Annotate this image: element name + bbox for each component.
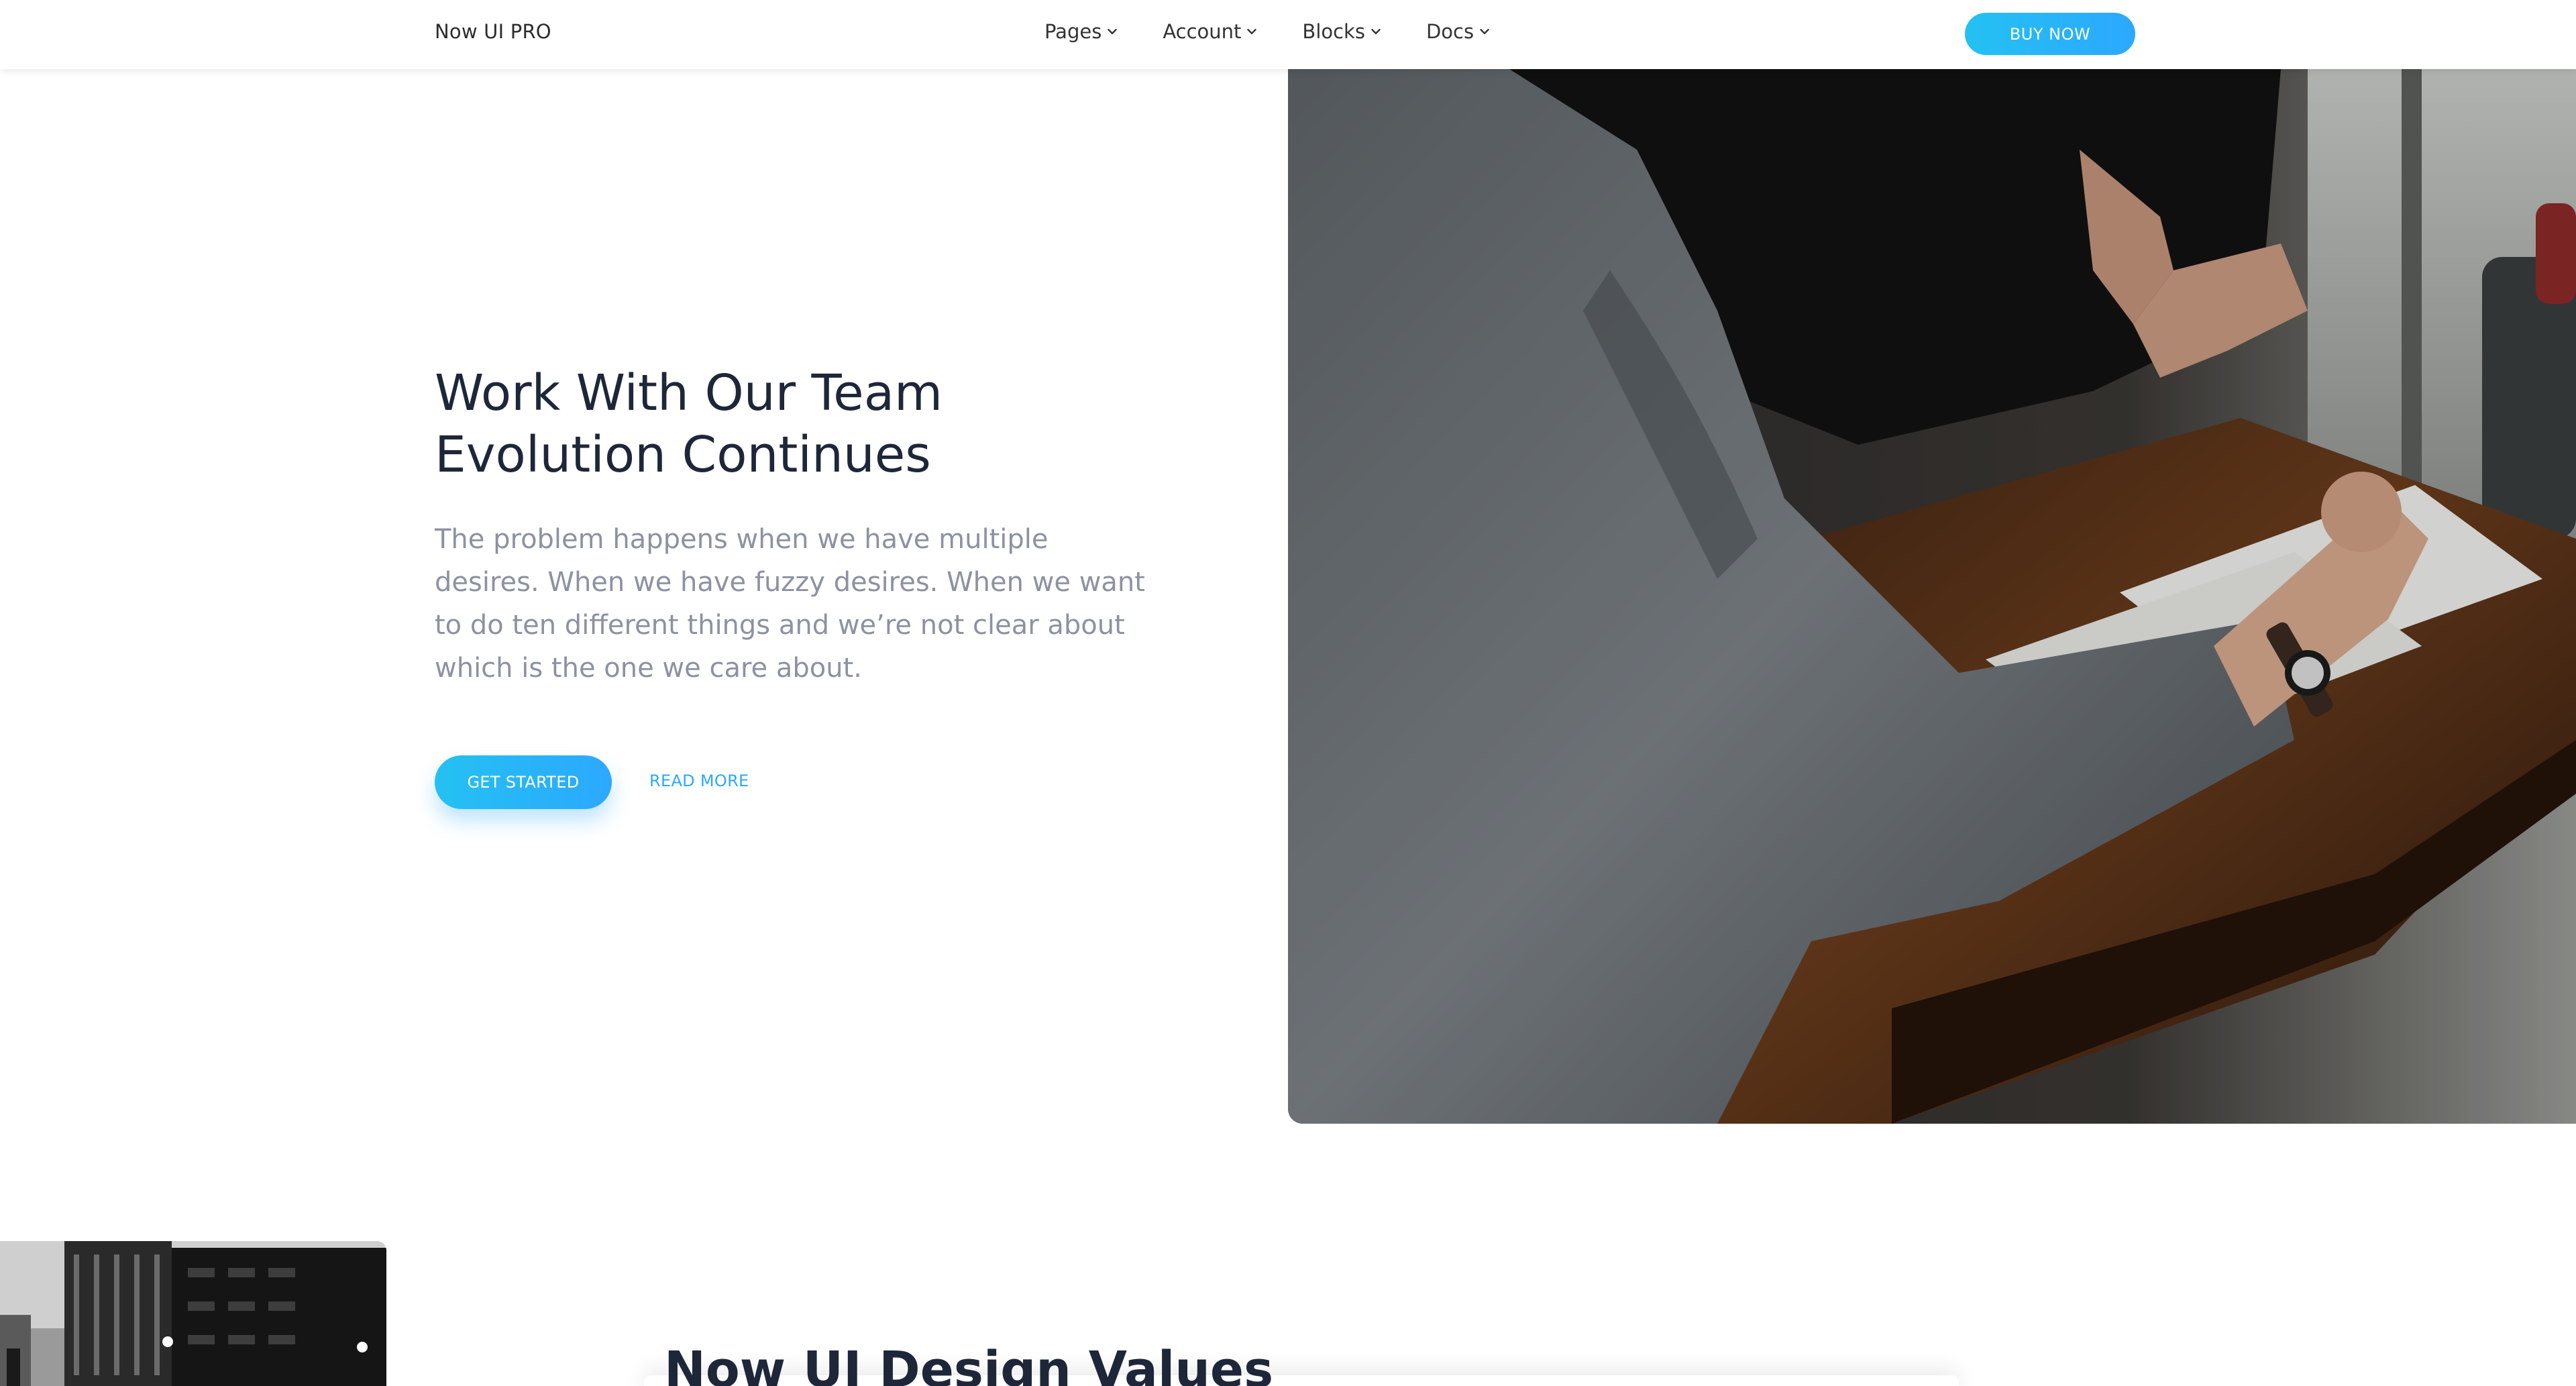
buy-now-button[interactable]: BUY NOW: [1965, 13, 2135, 55]
chevron-down-icon: [1108, 29, 1118, 34]
read-more-link[interactable]: READ MORE: [649, 771, 749, 790]
chevron-down-icon: [1480, 29, 1489, 34]
nav-item-label: Pages: [1044, 20, 1102, 43]
hero-title-line: Work With Our Team: [435, 364, 943, 422]
navbar: Now UI PRO Pages Account Blocks Docs BUY…: [0, 0, 2576, 69]
hero-description: The problem happens when we have multipl…: [435, 518, 1173, 690]
hero-team-photo: [1288, 69, 2576, 1124]
nav-item-label: Account: [1163, 20, 1242, 43]
brand-link[interactable]: Now UI PRO: [435, 20, 551, 43]
hero-description-line: desires. When we have fuzzy desires. Whe…: [435, 567, 1145, 598]
hero-description-line: The problem happens when we have multipl…: [435, 524, 1049, 555]
section-title: Now UI Design Values: [664, 1341, 1274, 1386]
get-started-button[interactable]: GET STARTED: [435, 755, 612, 809]
page: Now UI PRO Pages Account Blocks Docs BUY…: [0, 0, 2576, 1386]
chevron-down-icon: [1371, 29, 1381, 34]
hero-title-line: Evolution Continues: [435, 426, 931, 484]
chevron-down-icon: [1247, 29, 1257, 34]
nav-item-label: Blocks: [1302, 20, 1365, 43]
nav-item-account[interactable]: Account: [1163, 20, 1259, 43]
nav-item-docs[interactable]: Docs: [1426, 20, 1492, 43]
nav-item-label: Docs: [1426, 20, 1474, 43]
city-photo: [0, 1241, 386, 1386]
nav-links: Pages Account Blocks Docs: [1044, 20, 1535, 43]
hero-description-line: to do ten different things and we’re not…: [435, 610, 1125, 641]
hero-description-line: which is the one we care about.: [435, 653, 862, 684]
hero-title: Work With Our Team Evolution Continues: [435, 362, 1173, 486]
nav-item-blocks[interactable]: Blocks: [1302, 20, 1383, 43]
nav-item-pages[interactable]: Pages: [1044, 20, 1120, 43]
